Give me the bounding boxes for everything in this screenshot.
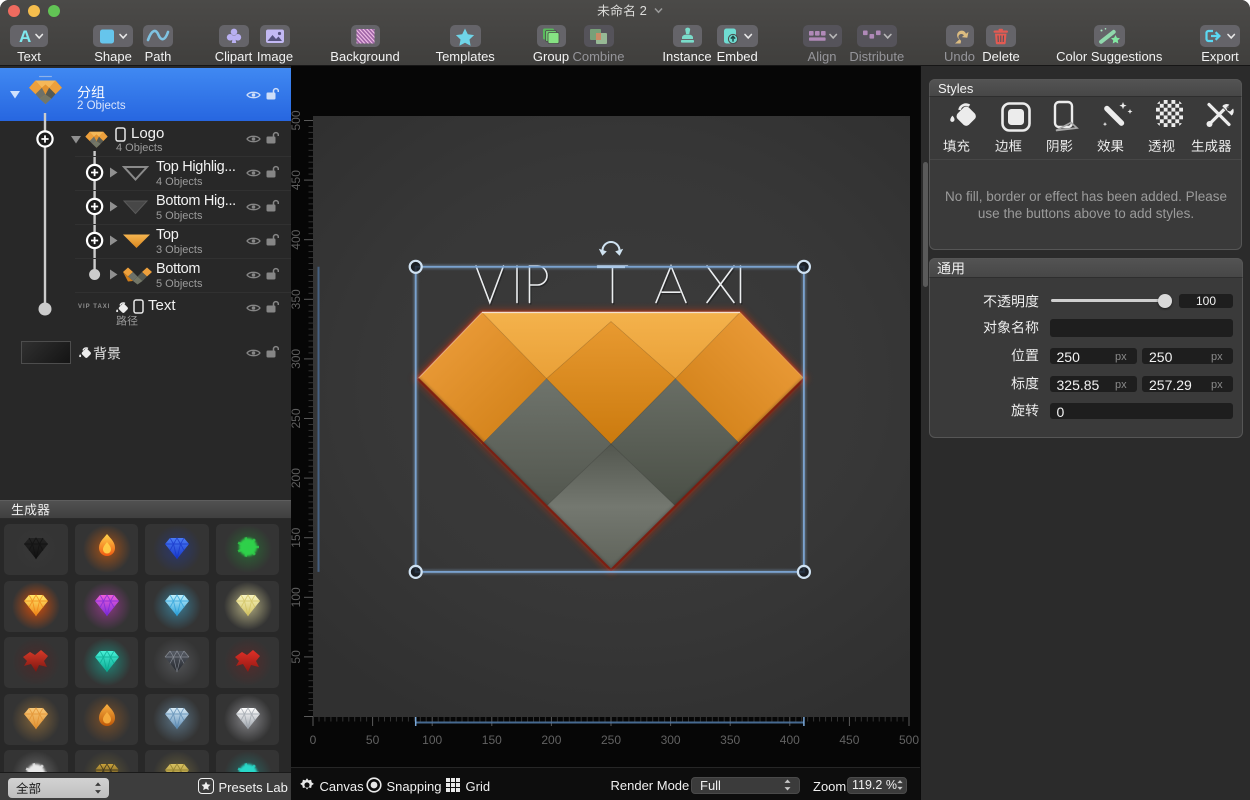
svg-text:400: 400 — [780, 733, 800, 747]
svg-text:350: 350 — [720, 733, 740, 747]
svg-text:450: 450 — [291, 170, 303, 190]
svg-text:500: 500 — [291, 110, 303, 130]
svg-text:250: 250 — [601, 733, 621, 747]
svg-text:50: 50 — [291, 650, 303, 664]
svg-text:300: 300 — [661, 733, 681, 747]
svg-text:150: 150 — [482, 733, 502, 747]
svg-text:0: 0 — [310, 733, 317, 747]
svg-text:450: 450 — [839, 733, 859, 747]
svg-text:100: 100 — [291, 587, 303, 607]
svg-text:300: 300 — [291, 349, 303, 369]
svg-text:200: 200 — [291, 468, 303, 488]
svg-text:A: A — [19, 27, 31, 46]
svg-text:50: 50 — [366, 733, 380, 747]
svg-text:500: 500 — [899, 733, 919, 747]
svg-text:400: 400 — [291, 229, 303, 249]
svg-text:200: 200 — [541, 733, 561, 747]
svg-text:250: 250 — [291, 408, 303, 428]
svg-text:350: 350 — [291, 289, 303, 309]
svg-text:150: 150 — [291, 527, 303, 547]
svg-text:100: 100 — [422, 733, 442, 747]
